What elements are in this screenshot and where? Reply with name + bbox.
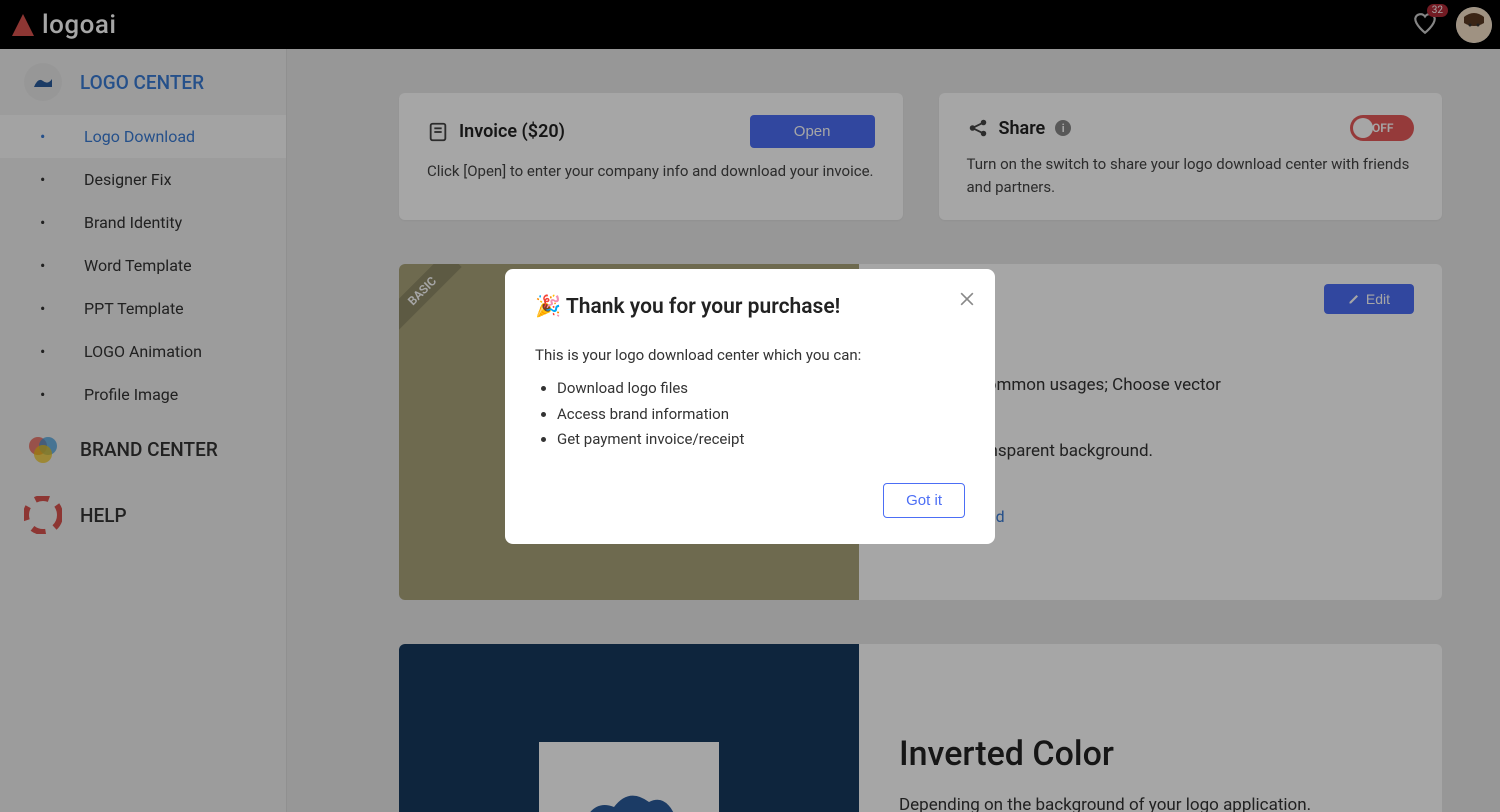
close-icon — [957, 289, 977, 309]
modal-footer: Got it — [535, 483, 965, 518]
modal-overlay: 🎉 Thank you for your purchase! This is y… — [0, 0, 1500, 812]
modal-title: 🎉 Thank you for your purchase! — [535, 295, 965, 319]
modal-intro: This is your logo download center which … — [535, 343, 965, 369]
modal-bullet: Download logo files — [557, 376, 965, 402]
modal-bullet: Access brand information — [557, 402, 965, 428]
modal-bullets: Download logo files Access brand informa… — [557, 376, 965, 453]
close-button[interactable] — [957, 285, 977, 316]
modal-body: This is your logo download center which … — [535, 343, 965, 453]
modal-bullet: Get payment invoice/receipt — [557, 427, 965, 453]
thank-you-modal: 🎉 Thank you for your purchase! This is y… — [505, 269, 995, 544]
got-it-button[interactable]: Got it — [883, 483, 965, 518]
